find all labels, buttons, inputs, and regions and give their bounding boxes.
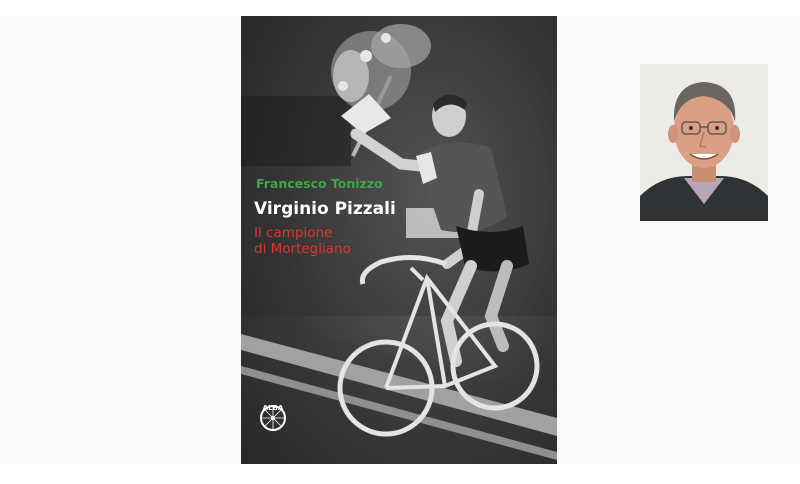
image-stage: Francesco Tonizzo Virginio Pizzali Il ca…	[0, 16, 800, 464]
portrait-photo	[640, 64, 768, 221]
book-cover: Francesco Tonizzo Virginio Pizzali Il ca…	[241, 16, 557, 464]
wheel-icon	[260, 405, 286, 431]
subtitle-line-1: Il campione	[254, 225, 333, 241]
book-subtitle: Il campione di Mortegliano	[254, 225, 351, 257]
publisher-logo: ALBA	[259, 404, 287, 431]
subtitle-line-2: di Mortegliano	[254, 241, 351, 257]
book-title: Virginio Pizzali	[254, 199, 396, 219]
author-portrait	[640, 64, 768, 221]
book-author: Francesco Tonizzo	[256, 176, 383, 191]
